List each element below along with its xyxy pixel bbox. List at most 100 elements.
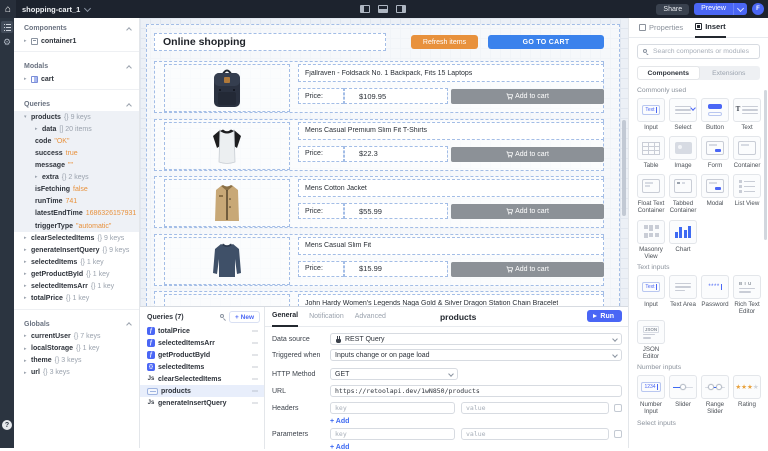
product-row[interactable]: Fjallraven - Foldsack No. 1 Backpack, Fi… [154,61,604,113]
header-value-input[interactable]: value [461,402,609,414]
product-row[interactable]: Mens Casual Premium Slim Fit T-Shirts Pr… [154,118,604,171]
header-key-input[interactable]: key [330,402,455,414]
query-menu-icon[interactable]: ⋯ [252,352,259,359]
component-card-select[interactable]: Select [669,98,697,131]
query-item-generateInsertQuery[interactable]: Js generateInsertQuery ⋯ [140,397,264,409]
product-row[interactable]: John Hardy Women's Legends Naga Gold & S… [154,291,604,306]
tab-properties[interactable]: Properties [639,18,683,38]
globals-section-header[interactable]: Globals [14,314,139,331]
price-label[interactable]: Price: [298,203,344,219]
add-to-cart-button[interactable]: Add to cart [451,261,604,277]
tree-item-currentUser[interactable]: ▸ currentUser{} 7 keys [14,331,139,343]
tree-item-totalPrice[interactable]: ▸ totalPrice{} 1 key [14,293,139,305]
toggle-left-panel-icon[interactable] [360,5,370,13]
app-canvas[interactable]: Online shopping Refresh items GO TO CART… [140,18,628,306]
preview-dropdown-button[interactable] [733,3,747,15]
query-item-getProductById[interactable]: f getProductById ⋯ [140,349,264,361]
app-title-chevron-icon[interactable] [84,4,92,12]
tree-item-runTime[interactable]: runTime 741 [14,196,139,208]
components-section-header[interactable]: Components [14,18,139,35]
component-card-password[interactable]: **** Password [701,274,729,315]
row-action-icon[interactable] [614,430,622,438]
data-source-select[interactable]: REST Query [330,333,622,345]
tree-item-message[interactable]: message "" [14,160,139,172]
search-icon[interactable] [220,314,226,321]
right-panel-scrollbar[interactable] [764,90,767,240]
main-container-component[interactable]: Online shopping Refresh items GO TO CART… [146,24,620,306]
tree-item-getProductById[interactable]: ▸ getProductById{} 1 key [14,268,139,280]
price-label[interactable]: Price: [298,145,344,162]
query-menu-icon[interactable]: ⋯ [252,376,259,383]
collapse-chevron-icon[interactable] [126,322,132,329]
row-action-icon[interactable] [614,404,622,412]
refresh-items-button[interactable]: Refresh items [411,35,478,49]
tree-item-localStorage[interactable]: ▸ localStorage{} 1 key [14,343,139,355]
component-card-chart[interactable]: Chart [669,219,697,260]
http-method-select[interactable]: GET [330,368,458,380]
tree-item-cart[interactable]: ▸ cart [14,73,139,85]
run-button[interactable]: Run [587,310,622,322]
tree-item-url[interactable]: ▸ url{} 3 keys [14,367,139,379]
component-card-form[interactable]: Form [701,136,729,169]
component-card-number-input[interactable]: 1234 Number Input [637,375,665,415]
tree-item-extra[interactable]: ▸ extra{} 2 keys [14,172,139,184]
component-card-text-area[interactable]: Text Area [669,274,697,315]
tree-item-data[interactable]: ▸ data[] 20 items [14,123,139,135]
triggered-when-select[interactable]: Inputs change or on page load [330,349,622,361]
component-card-rich-text-editor[interactable]: B I U Rich Text Editor [733,274,761,315]
component-search-input[interactable]: Search components or modules [637,44,760,59]
component-card-table[interactable]: Table [637,136,665,169]
query-menu-icon[interactable]: ⋯ [252,328,259,335]
tree-item-isFetching[interactable]: isFetching false [14,184,139,196]
collapse-chevron-icon[interactable] [126,64,132,71]
tree-item-latestEndTime[interactable]: latestEndTime 1686326157931 [14,208,139,220]
collapse-chevron-icon[interactable] [126,102,132,109]
tree-item-selectedItemsArr[interactable]: ▸ selectedItemsArr{} 1 key [14,281,139,293]
modals-section-header[interactable]: Modals [14,56,139,73]
tree-item-theme[interactable]: ▸ theme{} 3 keys [14,355,139,367]
tree-item-selectedItems[interactable]: ▸ selectedItems{} 1 key [14,256,139,268]
tab-notification[interactable]: Notification [309,307,344,327]
product-title[interactable]: Fjallraven - Foldsack No. 1 Backpack, Fi… [298,64,604,82]
toggle-extensions[interactable]: Extensions [699,67,760,79]
price-label[interactable]: Price: [298,260,344,277]
toggle-bottom-panel-icon[interactable] [378,5,388,13]
component-card-tabbed-container[interactable]: Tabbed Container [669,174,697,214]
queries-section-header[interactable]: Queries [14,94,139,111]
tree-item-clearSelectedItems[interactable]: ▸ clearSelectedItems{} 9 keys [14,232,139,244]
component-card-list-view[interactable]: List View [733,174,761,214]
tree-item-container1[interactable]: ▸ container1 [14,35,139,47]
price-value[interactable]: $109.95 [344,88,448,104]
canvas-scrollbar[interactable] [622,120,626,216]
price-value[interactable]: $15.99 [344,260,448,277]
new-query-button[interactable]: + New [229,311,260,323]
query-menu-icon[interactable]: ⋯ [252,400,259,407]
param-key-input[interactable]: key [330,428,455,440]
component-tree-icon[interactable] [1,21,13,33]
price-value[interactable]: $22.3 [344,145,448,162]
product-title[interactable]: Mens Casual Slim Fit [298,236,604,255]
product-row[interactable]: Mens Cotton Jacket Price: $55.99 Add to … [154,176,604,228]
share-button[interactable]: Share [656,3,690,15]
query-item-totalPrice[interactable]: f totalPrice ⋯ [140,325,264,337]
url-input[interactable]: https://retoolapi.dev/1wN850/products [330,385,622,397]
tree-item-triggerType[interactable]: triggerType "automatic" [14,220,139,232]
component-card-container[interactable]: Container [733,136,761,169]
toggle-right-panel-icon[interactable] [396,5,406,13]
product-title[interactable]: John Hardy Women's Legends Naga Gold & S… [298,294,604,306]
tree-item-code[interactable]: code "OK" [14,135,139,147]
query-item-selectedItems[interactable]: {} selectedItems ⋯ [140,361,264,373]
query-item-clearSelectedItems[interactable]: Js clearSelectedItems ⋯ [140,373,264,385]
query-item-selectedItemsArr[interactable]: f selectedItemsArr ⋯ [140,337,264,349]
query-item-products[interactable]: products ⋯ [140,385,264,397]
price-label[interactable]: Price: [298,88,344,104]
go-to-cart-button[interactable]: GO TO CART [488,35,604,49]
component-card-text-input[interactable]: Text Input [637,274,665,315]
toggle-components[interactable]: Components [638,67,699,79]
add-header-link[interactable]: + Add [330,418,349,425]
add-to-cart-button[interactable]: Add to cart [451,89,604,104]
component-card-json-editor[interactable]: JSON JSON Editor [637,320,665,360]
component-card-range-slider[interactable]: Range Slider [701,375,729,415]
avatar[interactable]: F [752,3,764,15]
component-card-button[interactable]: Button [701,98,729,131]
